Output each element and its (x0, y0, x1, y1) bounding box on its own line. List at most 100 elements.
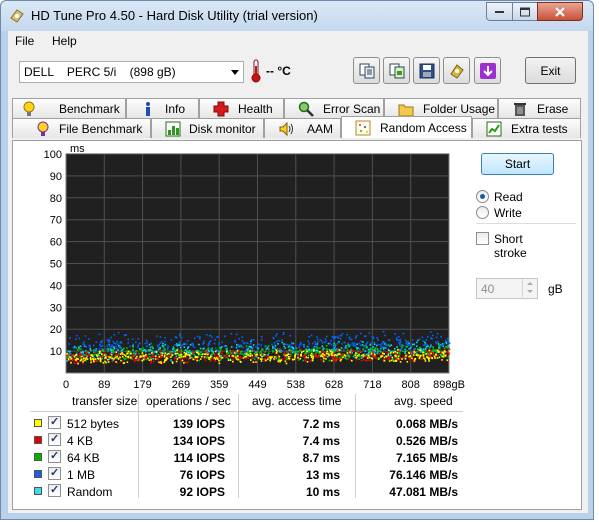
close-button[interactable] (537, 2, 583, 21)
operations-cell: 76 IOPS (179, 468, 225, 482)
scatter-point (355, 346, 358, 349)
title-bar[interactable]: HD Tune Pro 4.50 - Hard Disk Utility (tr… (1, 1, 593, 31)
scatter-point (238, 338, 240, 340)
scatter-point (148, 353, 150, 356)
tab-health[interactable]: Health (199, 98, 284, 118)
scatter-point (380, 347, 382, 350)
scatter-point (367, 354, 370, 357)
tab-random-access[interactable]: Random Access (341, 116, 472, 138)
tab-folder-usage[interactable]: Folder Usage (384, 98, 498, 118)
scatter-point (120, 342, 123, 344)
scatter-point (413, 360, 416, 362)
scatter-point (284, 360, 287, 363)
scatter-point (346, 333, 348, 336)
drive-select[interactable]: DELL PERC 5/i (898 gB) (19, 61, 244, 83)
series-checkbox[interactable] (48, 483, 61, 497)
tab-error-scan[interactable]: Error Scan (284, 98, 384, 118)
minimize-button[interactable] (486, 2, 513, 21)
scatter-point (235, 346, 238, 349)
scatter-point (263, 351, 266, 353)
scatter-point (360, 354, 363, 357)
scatter-point (166, 353, 168, 356)
scatter-point (110, 349, 112, 351)
scatter-point (136, 355, 138, 358)
copy-screenshot-button[interactable] (383, 57, 410, 84)
tab-disk-monitor[interactable]: Disk monitor (151, 118, 264, 138)
stepper-up-icon[interactable] (522, 279, 537, 288)
scatter-point (180, 355, 182, 358)
tab-extra-tests[interactable]: Extra tests (472, 118, 581, 138)
scatter-point (75, 338, 77, 341)
scatter-point (294, 356, 296, 359)
scatter-point (92, 344, 95, 347)
scatter-point (213, 342, 216, 345)
start-button[interactable]: Start (481, 153, 554, 175)
scatter-point (355, 352, 357, 354)
scatter-point (122, 355, 124, 358)
series-checkbox[interactable] (48, 432, 61, 446)
series-checkbox[interactable] (48, 449, 61, 463)
scatter-point (156, 344, 159, 347)
scatter-point (162, 349, 165, 352)
scatter-point (211, 353, 214, 355)
scatter-point (307, 356, 309, 359)
scatter-point (448, 350, 451, 352)
write-label: Write (494, 206, 522, 220)
tab-erase[interactable]: Erase (498, 98, 581, 118)
copy-info-icon (359, 63, 375, 79)
exit-button[interactable]: Exit (525, 57, 576, 84)
scatter-point (160, 356, 163, 359)
scatter-point (381, 352, 384, 354)
tab-file-benchmark[interactable]: File Benchmark (12, 118, 151, 138)
series-checkbox[interactable] (48, 466, 61, 480)
series-checkbox[interactable] (48, 415, 61, 429)
save-button[interactable] (413, 57, 440, 84)
tab-aam[interactable]: AAM (264, 118, 341, 138)
scatter-point (137, 338, 139, 340)
scatter-point (85, 356, 88, 359)
scatter-point (234, 351, 236, 354)
x-tick-label: 179 (133, 379, 151, 391)
read-radio[interactable] (476, 190, 489, 203)
scatter-point (218, 343, 221, 345)
scatter-point (155, 351, 158, 353)
menu-help[interactable]: Help (52, 34, 77, 48)
scatter-point (211, 336, 213, 339)
write-radio[interactable] (476, 206, 489, 219)
scatter-point (238, 352, 240, 355)
scatter-point (356, 343, 358, 345)
scatter-point (282, 333, 285, 336)
scatter-point (440, 335, 442, 338)
short-stroke-checkbox[interactable] (476, 232, 489, 245)
scatter-point (226, 353, 228, 355)
scatter-point (67, 354, 70, 357)
scatter-point (166, 357, 169, 360)
series-color-swatch (34, 470, 42, 478)
copy-info-button[interactable] (353, 57, 380, 84)
scatter-point (184, 355, 187, 358)
scatter-point (338, 358, 340, 360)
download-button[interactable] (474, 57, 501, 84)
y-tick-label: 20 (50, 324, 62, 336)
scatter-point (125, 334, 128, 336)
tab-info[interactable]: Info (126, 98, 199, 118)
options-button[interactable] (443, 57, 470, 84)
scatter-point (361, 344, 364, 346)
tab-benchmark[interactable]: Benchmark (12, 98, 126, 118)
scatter-point (203, 357, 206, 360)
maximize-button[interactable] (512, 2, 538, 21)
menu-file[interactable]: File (15, 34, 34, 48)
scatter-point (353, 342, 356, 344)
x-tick-label: 718 (363, 379, 381, 391)
scatter-point (176, 349, 178, 352)
scatter-point (352, 355, 355, 358)
scatter-point (303, 345, 305, 347)
scatter-point (434, 357, 436, 359)
scatter-point (442, 356, 445, 358)
stepper-down-icon[interactable] (522, 288, 537, 297)
short-stroke-stepper[interactable]: 40 (476, 278, 538, 299)
scatter-point (220, 352, 222, 354)
scatter-point (120, 359, 122, 362)
table-row: 512 bytes 139 IOPS 7.2 ms 0.068 MB/s (30, 415, 463, 432)
scatter-point (416, 351, 418, 353)
